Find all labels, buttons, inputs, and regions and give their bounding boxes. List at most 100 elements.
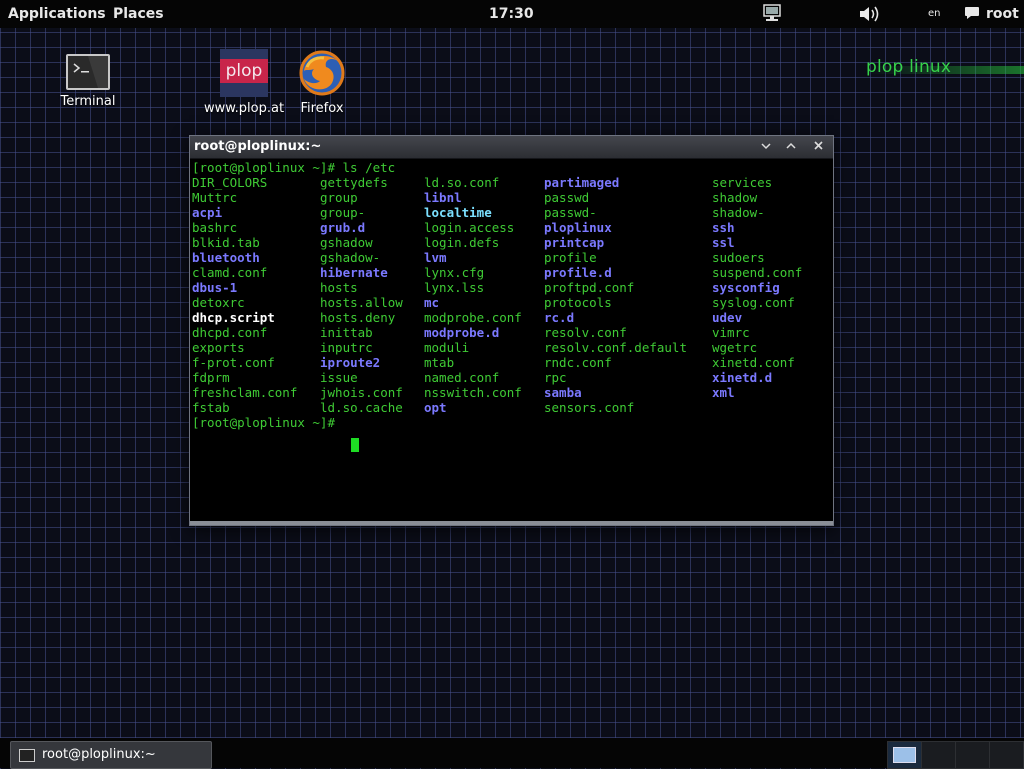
listing-entry: rpc (544, 370, 567, 385)
listing-entry: grub.d (320, 220, 366, 235)
listing-entry: services (712, 175, 773, 190)
listing-entry: proftpd.conf (544, 280, 635, 295)
applications-menu[interactable]: Applications (8, 6, 106, 22)
close-button[interactable] (809, 139, 827, 155)
volume-icon[interactable] (858, 4, 882, 24)
workspace-2[interactable] (921, 741, 956, 769)
listing-entry: hosts.deny (320, 310, 396, 325)
listing-entry: login.access (424, 220, 515, 235)
desktop-icon-label: Terminal (60, 94, 116, 109)
listing-entry: exports (192, 340, 245, 355)
listing-entry: group (320, 190, 358, 205)
listing-entry: gshadow (320, 235, 373, 250)
keyboard-layout-indicator[interactable]: en (928, 8, 941, 19)
desktop-icon-label: Firefox (300, 101, 344, 116)
terminal-cursor (351, 438, 359, 452)
listing-entry: login.defs (424, 235, 500, 250)
listing-entry: Muttrc (192, 190, 238, 205)
listing-entry: hosts (320, 280, 358, 295)
chat-icon[interactable] (964, 6, 980, 20)
listing-entry: hosts.allow (320, 295, 403, 310)
listing-entry: profile (544, 250, 597, 265)
listing-entry: opt (424, 400, 447, 415)
window-bottom-border (190, 521, 833, 525)
listing-entry: xinetd.d (712, 370, 773, 385)
listing-entry: shadow (712, 190, 758, 205)
listing-entry: partimaged (544, 175, 620, 190)
listing-entry: lvm (424, 250, 447, 265)
network-icon[interactable] (762, 4, 782, 22)
listing-entry: inputrc (320, 340, 373, 355)
listing-entry: dhcp.script (192, 310, 275, 325)
workspace-4[interactable] (989, 741, 1024, 769)
terminal-output[interactable]: [root@ploplinux ~]# ls /etc [root@plopli… (190, 159, 833, 519)
brand-logo-text: plop linux (866, 57, 952, 77)
chevron-up-icon (786, 142, 796, 149)
workspace-1[interactable] (887, 741, 922, 769)
listing-entry: ld.so.conf (424, 175, 500, 190)
listing-entry: passwd (544, 190, 590, 205)
user-menu[interactable]: root (986, 6, 1019, 22)
listing-entry: inittab (320, 325, 373, 340)
listing-entry: dhcpd.conf (192, 325, 268, 340)
listing-entry: suspend.conf (712, 265, 803, 280)
listing-entry: sensors.conf (544, 400, 635, 415)
listing-entry: libnl (424, 190, 462, 205)
listing-entry: clamd.conf (192, 265, 268, 280)
listing-entry: printcap (544, 235, 605, 250)
listing-entry: bluetooth (192, 250, 260, 265)
terminal-window[interactable]: root@ploplinux:~ [root@ploplinux ~]# ls … (189, 135, 834, 526)
listing-entry: resolv.conf (544, 325, 627, 340)
listing-entry: modprobe.d (424, 325, 500, 340)
listing-entry: group- (320, 205, 366, 220)
listing-entry: hibernate (320, 265, 388, 280)
listing-entry: lynx.lss (424, 280, 485, 295)
listing-entry: fdprm (192, 370, 230, 385)
listing-entry: ploplinux (544, 220, 612, 235)
listing-entry: named.conf (424, 370, 500, 385)
listing-entry: xinetd.conf (712, 355, 795, 370)
listing-entry: rc.d (544, 310, 575, 325)
listing-entry: wgetrc (712, 340, 758, 355)
listing-entry: issue (320, 370, 358, 385)
desktop-icon-terminal[interactable]: Terminal (43, 54, 133, 109)
listing-entry: protocols (544, 295, 612, 310)
listing-entry: udev (712, 310, 743, 325)
places-menu[interactable]: Places (113, 6, 164, 22)
listing-entry: resolv.conf.default (544, 340, 687, 355)
minimize-button[interactable] (757, 139, 775, 155)
workspace-3[interactable] (955, 741, 990, 769)
listing-entry: shadow- (712, 205, 765, 220)
listing-entry: fstab (192, 400, 230, 415)
listing-entry: passwd- (544, 205, 597, 220)
plop-icon-text: plop (220, 59, 268, 83)
listing-entry: iproute2 (320, 355, 381, 370)
taskbar-item-terminal[interactable]: root@ploplinux:~ (10, 741, 212, 769)
listing-entry: ssl (712, 235, 735, 250)
listing-entry: DIR_COLORS (192, 175, 268, 190)
listing-entry: rndc.conf (544, 355, 612, 370)
listing-entry: f-prot.conf (192, 355, 275, 370)
listing-entry: ssh (712, 220, 735, 235)
listing-entry: lynx.cfg (424, 265, 485, 280)
desktop-icon-firefox[interactable]: Firefox (277, 49, 367, 116)
maximize-button[interactable] (782, 139, 800, 155)
listing-entry: localtime (424, 205, 492, 220)
listing-entry: ld.so.cache (320, 400, 403, 415)
listing-entry: sudoers (712, 250, 765, 265)
window-titlebar[interactable]: root@ploplinux:~ (190, 136, 833, 159)
workspace-window-thumb (893, 747, 916, 763)
listing-entry: moduli (424, 340, 470, 355)
listing-entry: mtab (424, 355, 455, 370)
listing-entry: gettydefs (320, 175, 388, 190)
listing-entry: sysconfig (712, 280, 780, 295)
listing-entry: jwhois.conf (320, 385, 403, 400)
chevron-down-icon (761, 143, 771, 150)
listing-entry: blkid.tab (192, 235, 260, 250)
listing-entry: xml (712, 385, 735, 400)
listing-entry: modprobe.conf (424, 310, 522, 325)
firefox-icon (298, 49, 346, 97)
clock[interactable]: 17:30 (489, 6, 534, 22)
desktop-icon-plop[interactable]: plop www.plop.at (199, 49, 289, 116)
terminal-icon (66, 54, 110, 90)
